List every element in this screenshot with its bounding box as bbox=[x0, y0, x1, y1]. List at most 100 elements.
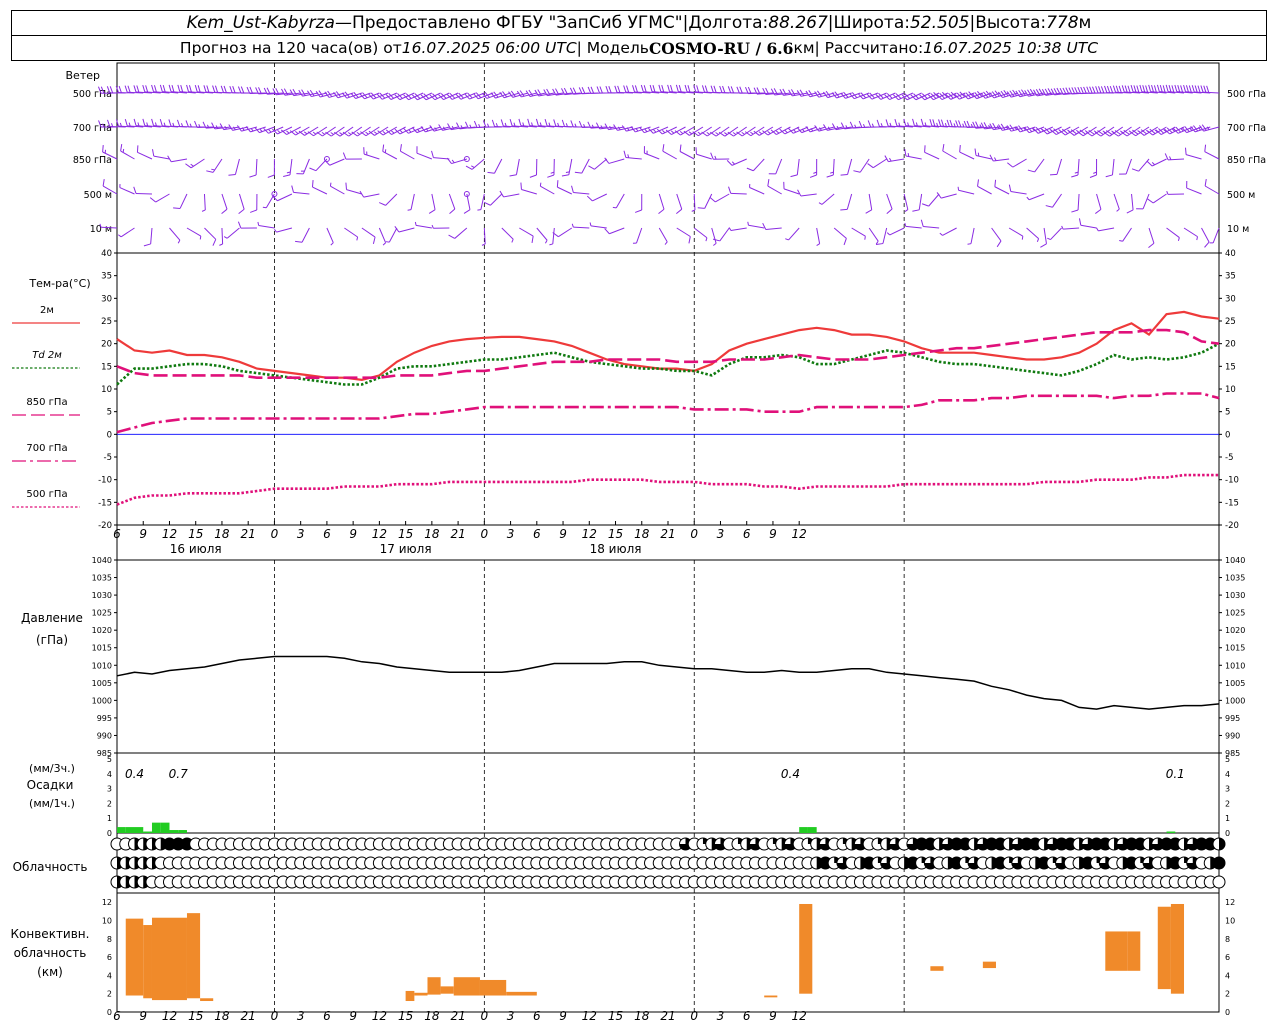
wind-barb-feather bbox=[670, 84, 673, 92]
wind-barb-feather bbox=[1177, 85, 1181, 93]
wind-barb-feather bbox=[219, 123, 225, 130]
wind-barb-feather bbox=[608, 86, 612, 93]
conv-xtick-label: 12 bbox=[792, 1009, 807, 1023]
wind-barb-feather bbox=[1156, 84, 1160, 92]
wind-barb-feather bbox=[1116, 208, 1120, 212]
temp-legend-label: 850 гПа bbox=[26, 397, 67, 408]
prec-ytick-label-left: 1 bbox=[107, 814, 112, 823]
wind-level-label-right: 500 м bbox=[1227, 190, 1255, 201]
convective-bar bbox=[143, 925, 152, 999]
convective-bar bbox=[982, 961, 996, 969]
wind-barb-feather bbox=[596, 86, 600, 94]
precip-bar bbox=[151, 822, 161, 833]
wind-barb-feather bbox=[626, 85, 630, 93]
wind-barb-feather bbox=[491, 119, 496, 127]
wind-barb-feather bbox=[529, 174, 537, 178]
wind-barb-shaft bbox=[301, 227, 310, 243]
wind-barb-shaft bbox=[609, 227, 625, 235]
wind-barb-feather bbox=[487, 171, 495, 174]
conv-xtick-label: 18 bbox=[214, 1009, 230, 1023]
wind-barb-feather bbox=[1148, 242, 1155, 248]
temp-xtick-label: 6 bbox=[743, 527, 751, 541]
wind-barb-feather bbox=[746, 167, 754, 172]
meteogram-chart: Ветер 500 гПа 500 гПа 700 гПа 700 гПа 850 гПа… bbox=[11, 62, 1266, 1023]
wind-barb-feather bbox=[784, 129, 788, 134]
conv-ytick-label-left: 12 bbox=[102, 898, 112, 907]
conv-ytick-label-left: 4 bbox=[107, 971, 112, 980]
wind-barb-shaft bbox=[258, 224, 275, 229]
wind-barb-feather bbox=[612, 206, 617, 209]
wind-barb-feather bbox=[232, 86, 236, 93]
wind-barb-shaft bbox=[590, 225, 607, 229]
wind-barb-feather bbox=[920, 219, 924, 227]
wind-barb-shaft bbox=[730, 227, 747, 231]
wind-barb-feather bbox=[544, 239, 548, 244]
wind-barb-feather bbox=[750, 131, 754, 135]
precip-bar bbox=[169, 830, 179, 833]
wind-barb-shaft bbox=[851, 227, 866, 237]
wind-barb-feather bbox=[149, 197, 156, 203]
wind-barb-feather bbox=[767, 179, 770, 187]
wind-barb-shaft bbox=[431, 193, 436, 210]
wind-barb-shaft bbox=[905, 225, 922, 229]
wind-barb-shaft bbox=[608, 158, 625, 164]
precip-bar bbox=[117, 827, 126, 833]
wind-barb-shaft bbox=[918, 193, 923, 210]
wind-barb-feather bbox=[431, 150, 434, 158]
wind-barb-feather bbox=[1071, 209, 1079, 213]
temp-ytick-label-left: 25 bbox=[101, 317, 112, 327]
pres-ytick-label-right: 1000 bbox=[1225, 696, 1245, 705]
wind-barb-feather bbox=[535, 118, 539, 126]
wind-barb-feather bbox=[747, 86, 752, 94]
wind-barb-feather bbox=[938, 119, 942, 127]
wind-barb-feather bbox=[696, 85, 700, 93]
wind-barb-shaft bbox=[941, 193, 957, 199]
wind-barb-feather bbox=[168, 119, 172, 127]
conv-ytick-label-right: 0 bbox=[1225, 1008, 1230, 1017]
wind-barb-shaft bbox=[959, 151, 975, 160]
wind-barb-feather bbox=[1105, 174, 1113, 178]
wind-title: Ветер bbox=[66, 69, 100, 82]
wind-barb-feather bbox=[1104, 85, 1108, 93]
wind-barb-feather bbox=[1203, 85, 1207, 93]
conv-ytick-label-right: 4 bbox=[1225, 971, 1230, 980]
wind-barb-shaft bbox=[171, 158, 188, 163]
wind-barb-feather bbox=[867, 120, 872, 128]
wind-barb-feather bbox=[1183, 84, 1187, 92]
wind-barb-feather bbox=[1109, 85, 1114, 93]
pres-ytick-label-left: 1025 bbox=[92, 609, 112, 618]
wind-barb-shaft bbox=[226, 227, 240, 239]
wind-barb-feather bbox=[958, 120, 962, 128]
wind-barb-feather bbox=[1177, 237, 1180, 242]
wind-barb-feather bbox=[581, 87, 586, 94]
wind-barb-feather bbox=[785, 238, 789, 241]
wind-barb-feather bbox=[127, 85, 131, 93]
precip-amount-label: 0.4 bbox=[781, 767, 800, 781]
wind-barb-feather bbox=[219, 243, 223, 246]
wind-barb-feather bbox=[173, 207, 181, 209]
wind-barb-shaft bbox=[490, 193, 503, 206]
wind-barb-feather bbox=[206, 85, 210, 93]
wind-barb-feather bbox=[330, 242, 334, 246]
wind-barb-feather bbox=[864, 236, 866, 240]
wind-barb-feather bbox=[408, 129, 412, 133]
wind-barb-shaft bbox=[704, 193, 713, 209]
wind-barb-feather bbox=[739, 86, 743, 94]
wind-barb-shaft bbox=[1166, 227, 1180, 238]
wind-barb-feather bbox=[329, 182, 332, 187]
wind-barb-feather bbox=[1086, 86, 1090, 94]
precip-amount-label: 0.4 bbox=[125, 767, 144, 781]
wind-barb-feather bbox=[267, 174, 275, 178]
wind-barb-feather bbox=[499, 190, 505, 198]
wind-barb-feather bbox=[858, 120, 863, 128]
convective-bar bbox=[479, 979, 507, 996]
wind-barb-feather bbox=[709, 197, 716, 203]
wind-barb-feather bbox=[431, 224, 434, 229]
wind-barb-feather bbox=[1121, 85, 1125, 93]
wind-barb-shaft bbox=[361, 227, 376, 238]
wind-barb-feather bbox=[1180, 85, 1184, 93]
conv-ytick-label-right: 8 bbox=[1225, 935, 1230, 944]
wind-barb-feather bbox=[124, 85, 128, 93]
wind-barb-feather bbox=[1169, 156, 1172, 160]
wind-barb-feather bbox=[704, 85, 708, 93]
